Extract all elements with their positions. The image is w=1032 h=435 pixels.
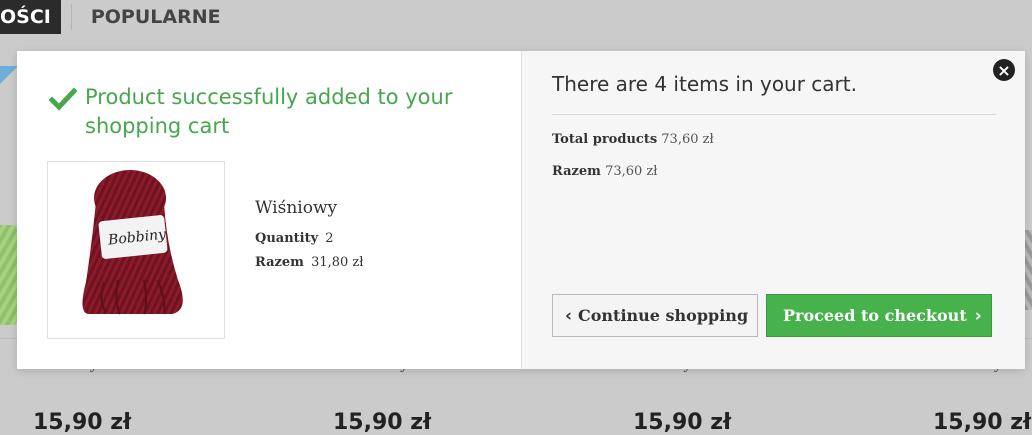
cart-total-value: 73,60 zł: [605, 164, 658, 179]
total-products-value: 73,60 zł: [661, 132, 714, 147]
background-product-price: 15,90 zł: [633, 410, 732, 435]
product-details: Wiśniowy Quantity 2 Razem 31,80 zł: [255, 198, 364, 279]
corner-decoration: [0, 66, 18, 84]
success-text: Product successfully added to your shopp…: [85, 85, 453, 138]
product-image: Bobbiny: [47, 161, 225, 339]
success-message: Product successfully added to your shopp…: [49, 83, 469, 141]
chevron-left-icon: ‹: [565, 305, 573, 326]
product-total: Razem 31,80 zł: [255, 255, 364, 270]
category-tabs: OŚCI POPULARNE: [0, 0, 221, 34]
product-total-value: 31,80 zł: [311, 255, 364, 270]
background-product-price: 15,90 zł: [933, 410, 1032, 435]
tab-divider: [70, 4, 72, 30]
divider: [552, 114, 996, 115]
quantity-value: 2: [325, 231, 334, 246]
total-products-row: Total products 73,60 zł: [552, 132, 714, 147]
proceed-to-checkout-button[interactable]: Proceed to checkout ›: [766, 294, 992, 337]
background-product-price: 15,90 zł: [333, 410, 432, 435]
cart-total-row: Razem 73,60 zł: [552, 164, 658, 179]
total-products-label: Total products: [552, 132, 658, 147]
checkmark-icon: [49, 87, 77, 111]
cart-title: There are 4 items in your cart.: [552, 72, 857, 96]
product-total-label: Razem: [255, 255, 304, 270]
quantity-label: Quantity: [255, 231, 319, 246]
continue-shopping-label: Continue shopping: [578, 306, 749, 325]
tab-active[interactable]: OŚCI: [0, 0, 61, 34]
close-icon[interactable]: ×: [993, 59, 1015, 81]
background-product-image[interactable]: [1024, 230, 1032, 310]
product-quantity: Quantity 2: [255, 231, 364, 246]
continue-shopping-button[interactable]: ‹ Continue shopping: [552, 294, 758, 337]
add-to-cart-modal: Product successfully added to your shopp…: [17, 51, 1025, 369]
product-name: Wiśniowy: [255, 198, 338, 218]
modal-cart-panel: × There are 4 items in your cart. Total …: [522, 51, 1025, 369]
checkout-label: Proceed to checkout: [783, 306, 967, 325]
cart-total-label: Razem: [552, 164, 601, 179]
chevron-right-icon: ›: [974, 305, 982, 326]
tab-popularne[interactable]: POPULARNE: [91, 6, 221, 28]
yarn-image: Bobbiny: [82, 170, 183, 315]
modal-product-panel: Product successfully added to your shopp…: [17, 51, 522, 369]
background-product-price: 15,90 zł: [33, 410, 132, 435]
background-product-image[interactable]: [0, 225, 18, 325]
